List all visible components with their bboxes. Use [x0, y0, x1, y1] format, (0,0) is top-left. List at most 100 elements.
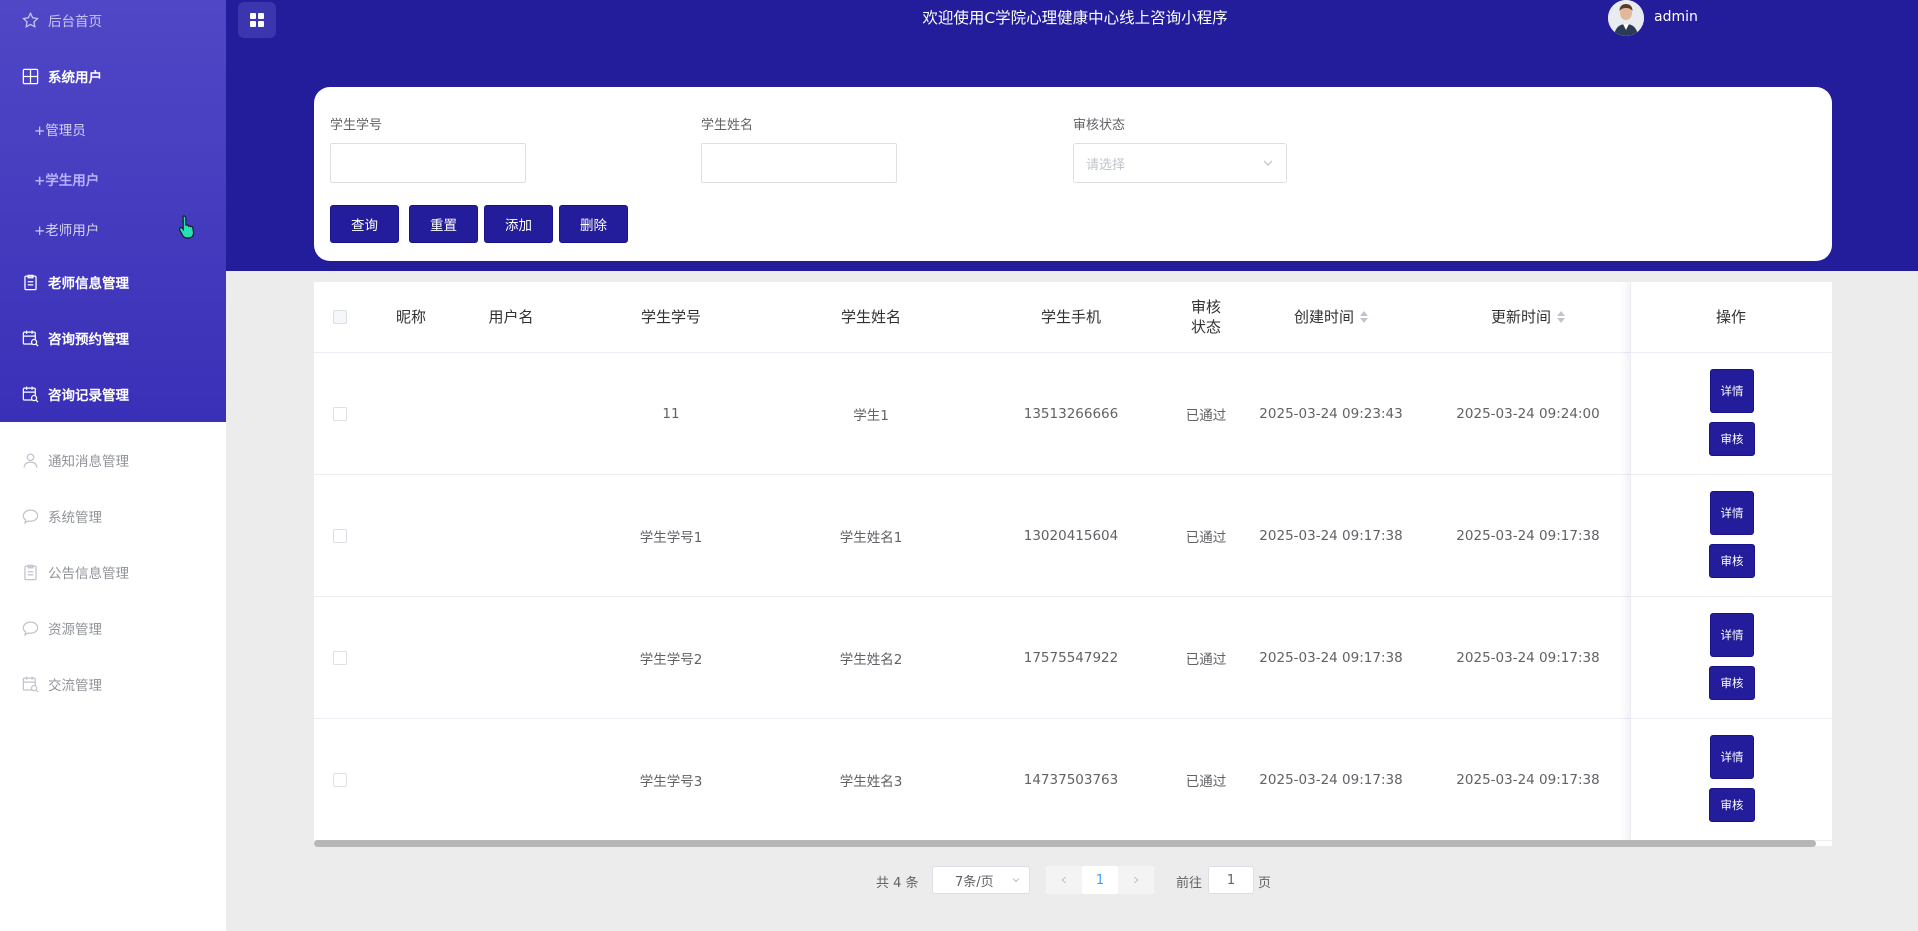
chevron-down-icon — [1263, 160, 1273, 166]
pagination-total: 共 4 条 — [876, 876, 919, 891]
cell-nickname — [366, 475, 456, 596]
menu-toggle-button[interactable] — [238, 2, 276, 38]
cell-status: 已通过 — [1185, 407, 1227, 424]
chat-bubble-icon — [20, 618, 40, 638]
detail-button[interactable]: 详情 — [1710, 735, 1754, 779]
sidebar-item-system-users[interactable]: 系统用户 — [0, 56, 226, 96]
student-name-input[interactable] — [701, 143, 897, 183]
cell-created: 2025-03-24 09:17:38 — [1259, 527, 1403, 544]
column-header-phone: 学生手机 — [1040, 308, 1101, 326]
prev-page-button[interactable] — [1046, 866, 1082, 894]
column-header-nickname: 昵称 — [395, 308, 426, 326]
column-header-updated-label: 更新时间 — [1490, 308, 1551, 326]
sidebar-item-exchange[interactable]: 交流管理 — [0, 664, 226, 704]
cell-student-no: 学生学号3 — [639, 773, 703, 790]
audit-button[interactable]: 审核 — [1709, 666, 1755, 700]
sidebar-item-label: 后台首页 — [48, 14, 102, 30]
sidebar-item-resources[interactable]: 资源管理 — [0, 608, 226, 648]
table-row: 学生学号1 学生姓名1 13020415604 已通过 2025-03-24 0… — [314, 475, 1832, 597]
avatar[interactable] — [1608, 0, 1644, 36]
calendar-search-icon — [20, 384, 40, 404]
row-checkbox[interactable] — [333, 650, 347, 665]
chevron-down-icon — [1012, 878, 1020, 883]
page-title: 欢迎使用C学院心理健康中心线上咨询小程序 — [922, 9, 1228, 27]
sidebar-item-label: 通知消息管理 — [48, 454, 129, 470]
chevron-right-icon — [1134, 876, 1139, 884]
student-name-label: 学生姓名 — [701, 118, 754, 133]
page-number-current[interactable]: 1 — [1082, 866, 1118, 894]
cell-status: 已通过 — [1185, 529, 1227, 546]
calendar-search-icon — [20, 674, 40, 694]
sidebar-item-label: 系统管理 — [48, 510, 102, 526]
cell-status: 已通过 — [1185, 773, 1227, 790]
reset-button[interactable]: 重置 — [409, 205, 478, 243]
cell-student-name: 学生姓名1 — [839, 529, 903, 546]
cell-nickname — [366, 597, 456, 718]
user-avatar-icon — [1608, 0, 1644, 36]
cell-student-name: 学生1 — [853, 407, 889, 424]
search-panel: 学生学号 学生姓名 审核状态 请选择 查询 重置 添加 删除 — [314, 87, 1832, 261]
detail-button[interactable]: 详情 — [1710, 369, 1754, 413]
query-button[interactable]: 查询 — [330, 205, 399, 243]
page-size-select[interactable]: 7条/页 — [932, 866, 1030, 894]
sidebar-subitem-admin[interactable]: +管理员 — [34, 114, 86, 144]
cell-nickname — [366, 719, 456, 840]
next-page-button[interactable] — [1118, 866, 1154, 894]
delete-button[interactable]: 删除 — [559, 205, 628, 243]
page-size-value: 7条/页 — [955, 874, 994, 890]
sidebar-item-label: 公告信息管理 — [48, 566, 129, 582]
table-row: 学生学号3 学生姓名3 14737503763 已通过 2025-03-24 0… — [314, 719, 1832, 841]
sidebar-item-records[interactable]: 咨询记录管理 — [0, 374, 226, 414]
sort-icon[interactable] — [1360, 311, 1368, 323]
sidebar-item-teacher-info[interactable]: 老师信息管理 — [0, 262, 226, 302]
cell-nickname — [366, 353, 456, 474]
student-no-input[interactable] — [330, 143, 526, 183]
cell-updated: 2025-03-24 09:17:38 — [1456, 649, 1600, 666]
cell-student-no: 学生学号2 — [639, 651, 703, 668]
cell-updated: 2025-03-24 09:17:38 — [1456, 771, 1600, 788]
row-checkbox[interactable] — [333, 528, 347, 543]
grid-icon — [20, 66, 40, 86]
row-checkbox-cell — [314, 597, 366, 718]
sidebar-item-label: 系统用户 — [48, 70, 102, 86]
sidebar-item-label: 老师信息管理 — [48, 276, 129, 292]
goto-page-input[interactable]: 1 — [1208, 866, 1254, 894]
cell-created: 2025-03-24 09:17:38 — [1259, 771, 1403, 788]
sidebar-subitem-teachers[interactable]: +老师用户 — [34, 214, 99, 244]
column-header-updated[interactable]: 更新时间 — [1426, 282, 1630, 352]
cell-phone: 17575547922 — [1023, 649, 1119, 666]
sidebar-item-label: 交流管理 — [48, 678, 102, 694]
sidebar-item-label: 咨询预约管理 — [48, 332, 129, 348]
cell-phone: 14737503763 — [1023, 771, 1119, 788]
sidebar-item-announcements[interactable]: 公告信息管理 — [0, 552, 226, 592]
calendar-search-icon — [20, 328, 40, 348]
sort-icon[interactable] — [1557, 311, 1565, 323]
row-checkbox-cell — [314, 719, 366, 840]
cell-username — [456, 597, 566, 718]
detail-button[interactable]: 详情 — [1710, 613, 1754, 657]
horizontal-scrollbar[interactable] — [314, 840, 1816, 847]
clipboard-icon — [20, 562, 40, 582]
sidebar-subitem-students[interactable]: +学生用户 — [34, 164, 99, 194]
column-header-actions: 操作 — [1715, 308, 1746, 326]
sidebar-item-appointments[interactable]: 咨询预约管理 — [0, 318, 226, 358]
sidebar-subitem-label: +老师用户 — [34, 223, 100, 239]
clipboard-icon — [20, 272, 40, 292]
audit-status-label: 审核状态 — [1073, 118, 1126, 133]
row-checkbox[interactable] — [333, 772, 347, 787]
sidebar-item-notifications[interactable]: 通知消息管理 — [0, 440, 226, 480]
sidebar-item-system[interactable]: 系统管理 — [0, 496, 226, 536]
audit-status-select[interactable]: 请选择 — [1073, 143, 1287, 183]
detail-button[interactable]: 详情 — [1710, 491, 1754, 535]
sidebar: 后台首页 系统用户 +管理员 +学生用户 +老师用户 老师信息管理 咨询预约管理… — [0, 0, 226, 931]
audit-button[interactable]: 审核 — [1709, 788, 1755, 822]
sidebar-item-home[interactable]: 后台首页 — [0, 0, 226, 40]
audit-button[interactable]: 审核 — [1709, 422, 1755, 456]
audit-button[interactable]: 审核 — [1709, 544, 1755, 578]
row-checkbox[interactable] — [333, 406, 347, 421]
column-header-created[interactable]: 创建时间 — [1236, 282, 1426, 352]
audit-status-placeholder: 请选择 — [1086, 157, 1126, 173]
add-button[interactable]: 添加 — [484, 205, 553, 243]
select-all-checkbox[interactable] — [333, 310, 347, 324]
username[interactable]: admin — [1654, 9, 1698, 25]
